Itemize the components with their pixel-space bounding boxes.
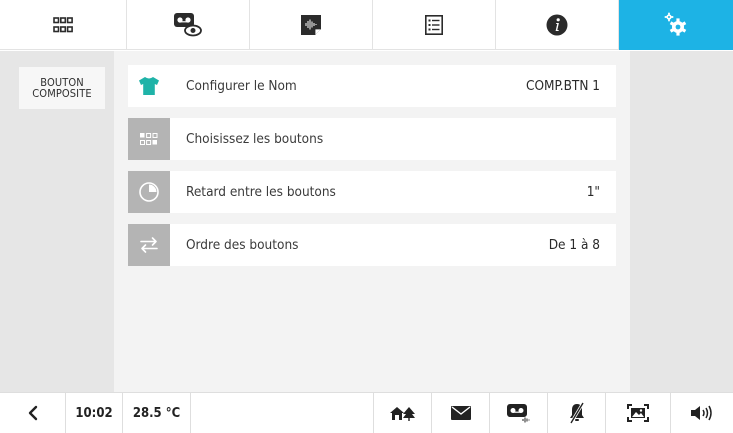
temperature: 28.5 °C	[123, 393, 191, 433]
info-icon	[546, 14, 568, 36]
voicemail-eye-icon	[174, 13, 202, 37]
row-value: 1"	[586, 184, 600, 200]
top-navigation-bar	[0, 0, 733, 50]
voicemail-icon	[506, 404, 529, 423]
row-value: De 1 à 8	[548, 237, 600, 253]
tshirt-icon	[128, 65, 170, 107]
sidebar-item-composite-button[interactable]: BOUTON COMPOSITE	[19, 67, 105, 109]
gears-icon	[664, 12, 687, 36]
home-alarm-icon	[389, 407, 415, 421]
tab-intercom[interactable]	[250, 0, 373, 50]
back-arrow-icon	[28, 405, 37, 421]
home-alarm-button[interactable]	[374, 393, 432, 433]
tab-apps[interactable]	[0, 0, 127, 50]
settings-panel: Configurer le Nom COMP.BTN 1 Choisissez …	[114, 51, 630, 392]
speaker-icon	[691, 405, 712, 421]
screen-frame-button[interactable]	[606, 393, 671, 433]
row-label: Configurer le Nom	[186, 78, 297, 94]
buttons-grid-icon	[128, 118, 170, 160]
sidebar: BOUTON COMPOSITE	[0, 51, 114, 392]
volume-button[interactable]	[671, 393, 733, 433]
grid-icon	[53, 17, 73, 33]
swap-arrows-icon	[128, 224, 170, 266]
list-icon	[425, 15, 443, 35]
row-label: Retard entre les boutons	[186, 184, 336, 200]
timer-icon	[128, 171, 170, 213]
mail-icon	[450, 406, 471, 420]
row-value: COMP.BTN 1	[525, 78, 600, 94]
ringer-toggle-button[interactable]	[548, 393, 606, 433]
right-panel	[630, 51, 733, 392]
voicemail-button[interactable]	[490, 393, 548, 433]
row-label: Choisissez les boutons	[186, 131, 324, 147]
row-configure-name[interactable]: Configurer le Nom COMP.BTN 1	[128, 65, 616, 107]
back-button[interactable]	[0, 393, 66, 433]
row-delay-between-buttons[interactable]: Retard entre les boutons 1"	[128, 171, 616, 213]
tab-settings[interactable]	[619, 0, 733, 50]
audio-doc-icon	[301, 15, 321, 35]
messages-button[interactable]	[432, 393, 490, 433]
row-choose-buttons[interactable]: Choisissez les boutons	[128, 118, 616, 160]
tab-video-messages[interactable]	[127, 0, 250, 50]
clock: 10:02	[66, 393, 123, 433]
tab-info[interactable]	[496, 0, 619, 50]
row-button-order[interactable]: Ordre des boutons De 1 à 8	[128, 224, 616, 266]
picture-frame-icon	[627, 404, 649, 422]
temperature-display: 28.5 °C	[132, 405, 181, 421]
sidebar-item-label: BOUTON COMPOSITE	[32, 76, 92, 100]
tab-list[interactable]	[373, 0, 496, 50]
bottom-status-bar: 10:02 28.5 °C	[0, 392, 733, 433]
row-label: Ordre des boutons	[186, 237, 299, 253]
ringer-off-icon	[569, 402, 584, 424]
time-display: 10:02	[75, 405, 113, 421]
